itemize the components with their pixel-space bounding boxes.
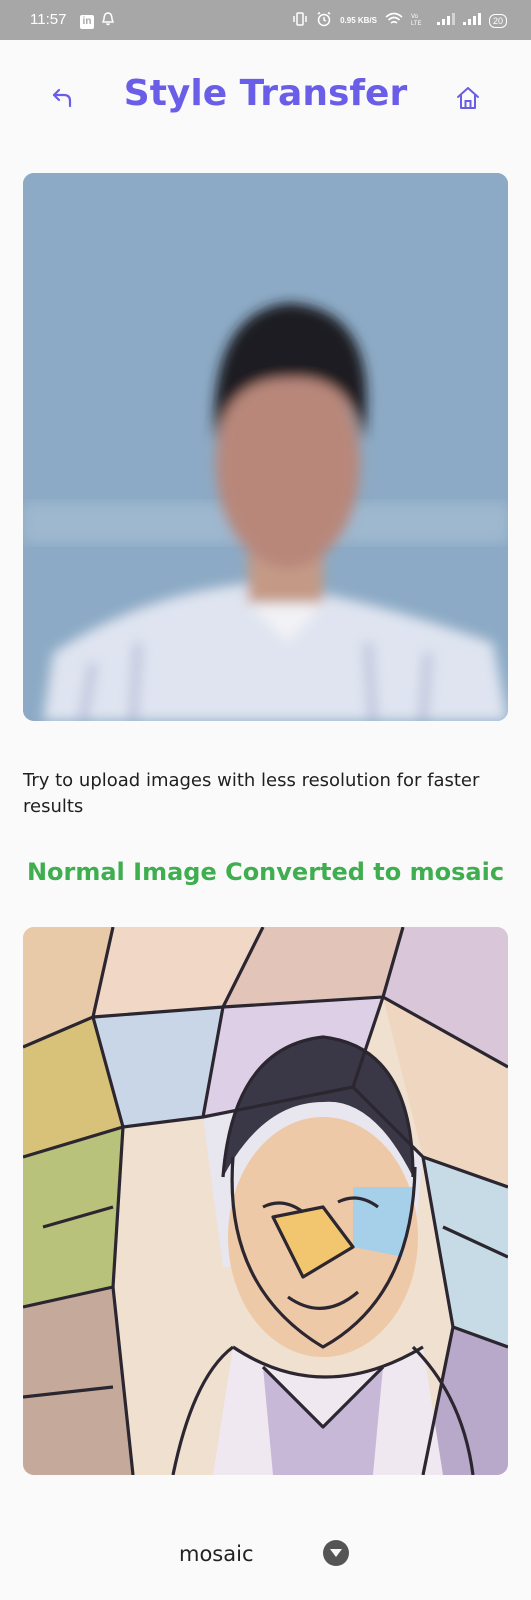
svg-text:Vo: Vo xyxy=(411,14,419,20)
battery-icon: 20 xyxy=(488,13,507,28)
status-bar: 11:57 in 0.95 KB/S Vo LTE 20 xyxy=(0,0,531,40)
app-header: Style Transfer xyxy=(0,40,531,155)
styled-image xyxy=(23,927,508,1475)
volte-icon: Vo LTE xyxy=(411,12,429,29)
signal-icon xyxy=(436,13,455,28)
hint-text: Try to upload images with less resolutio… xyxy=(23,770,480,817)
home-icon xyxy=(457,87,479,109)
result-caption: Normal Image Converted to mosaic xyxy=(26,858,505,886)
net-speed: 0.95 KB/S xyxy=(340,15,377,25)
linkedin-icon: in xyxy=(80,14,94,29)
status-time: 11:57 xyxy=(30,11,67,28)
signal-icon xyxy=(462,13,481,28)
original-image xyxy=(23,173,508,721)
home-button[interactable] xyxy=(450,80,486,116)
notification-bell-icon xyxy=(101,12,115,31)
style-dropdown[interactable]: mosaic xyxy=(170,1532,360,1576)
dropdown-arrow-icon xyxy=(323,1540,349,1566)
wifi-icon xyxy=(385,12,403,29)
style-select-value: mosaic xyxy=(179,1542,254,1566)
svg-text:LTE: LTE xyxy=(411,21,422,26)
vibrate-icon xyxy=(292,12,308,29)
alarm-icon xyxy=(316,11,332,30)
